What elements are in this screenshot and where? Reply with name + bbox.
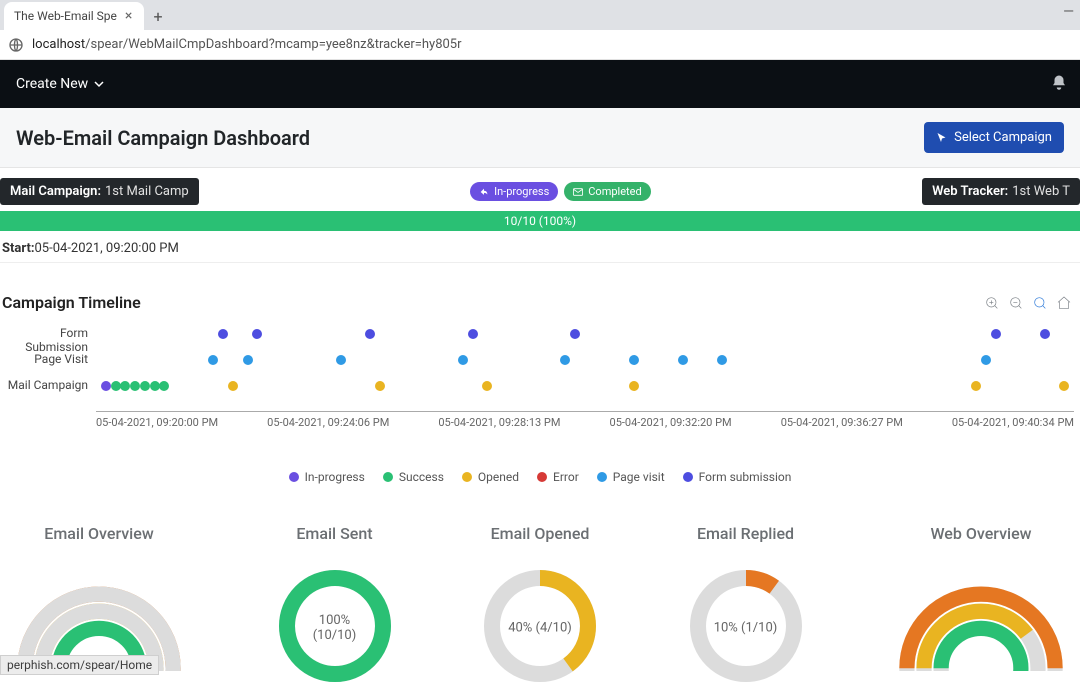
timeline-point[interactable]: [336, 355, 346, 365]
select-campaign-label: Select Campaign: [954, 130, 1052, 145]
timeline-point[interactable]: [130, 381, 140, 391]
info-strip: Mail Campaign:1st Mail Camp In-progress …: [0, 168, 1080, 211]
page-header: Web-Email Campaign Dashboard Select Camp…: [0, 108, 1080, 168]
web-overview-donut: [886, 561, 1076, 675]
timeline-legend: In-progress Success Opened Error Page vi…: [0, 470, 1080, 484]
close-icon[interactable]: ×: [125, 8, 132, 24]
status-badges: In-progress Completed: [470, 182, 651, 201]
donut-title: Email Opened: [475, 524, 605, 543]
timeline-point[interactable]: [101, 381, 111, 391]
minimize-icon[interactable]: —: [1063, 4, 1074, 20]
start-time-row: Start:05-04-2021, 09:20:00 PM: [0, 231, 1080, 263]
completed-badge: Completed: [564, 182, 650, 201]
donut-title: Email Replied: [681, 524, 811, 543]
browser-tab[interactable]: The Web-Email Spe ×: [4, 2, 144, 30]
x-tick: 05-04-2021, 09:40:34 PM: [952, 416, 1074, 429]
web-overview-block: Web Overview: [886, 524, 1076, 675]
x-tick: 05-04-2021, 09:28:13 PM: [438, 416, 560, 429]
url-text: localhost/spear/WebMailCmpDashboard?mcam…: [32, 37, 462, 52]
timeline-point[interactable]: [140, 381, 150, 391]
in-progress-badge: In-progress: [470, 182, 558, 201]
browser-tab-strip: The Web-Email Spe × + —: [0, 0, 1080, 30]
timeline-point[interactable]: [991, 329, 1001, 339]
timeline-point[interactable]: [218, 329, 228, 339]
tab-title: The Web-Email Spe: [14, 9, 117, 23]
chart-toolbar: [984, 295, 1072, 315]
timeline-plot[interactable]: [96, 326, 1074, 411]
email-replied-block: Email Replied 10% (1/10): [681, 524, 811, 695]
app-topbar: Create New: [0, 60, 1080, 108]
donut-value: 100% (10/10): [302, 613, 367, 643]
email-sent-block: Email Sent 100% (10/10): [270, 524, 400, 695]
timeline-point[interactable]: [159, 381, 169, 391]
donut-value: 40% (4/10): [508, 621, 572, 636]
timeline-title: Campaign Timeline: [0, 293, 1080, 312]
timeline-point[interactable]: [678, 355, 688, 365]
timeline-point[interactable]: [981, 355, 991, 365]
timeline-point[interactable]: [560, 355, 570, 365]
mail-campaign-pill: Mail Campaign:1st Mail Camp: [0, 178, 199, 205]
timeline-x-ticks: 05-04-2021, 09:20:00 PM 05-04-2021, 09:24…: [96, 416, 1074, 429]
timeline-point[interactable]: [468, 329, 478, 339]
email-overview-block: Email Overview: [4, 524, 194, 675]
globe-icon: [8, 37, 24, 53]
timeline-card: Campaign Timeline Form Submission Page V…: [0, 281, 1080, 484]
new-tab-button[interactable]: +: [144, 2, 172, 30]
x-tick: 05-04-2021, 09:20:00 PM: [96, 416, 218, 429]
donut-value: 10% (1/10): [714, 621, 778, 636]
timeline-point[interactable]: [717, 355, 727, 365]
timeline-y-labels: Form Submission Page Visit Mail Campaign: [0, 326, 94, 404]
pointer-icon: [936, 132, 948, 144]
donut-title: Email Sent: [270, 524, 400, 543]
create-new-label: Create New: [16, 76, 88, 92]
zoom-in-icon[interactable]: [984, 295, 1000, 315]
x-tick: 05-04-2021, 09:24:06 PM: [267, 416, 389, 429]
progress-bar: 10/10 (100%): [0, 211, 1080, 231]
timeline-point[interactable]: [111, 381, 121, 391]
email-opened-block: Email Opened 40% (4/10): [475, 524, 605, 695]
zoom-out-icon[interactable]: [1008, 295, 1024, 315]
timeline-point[interactable]: [120, 381, 130, 391]
timeline-point[interactable]: [971, 381, 981, 391]
timeline-point[interactable]: [1059, 381, 1069, 391]
x-tick: 05-04-2021, 09:32:20 PM: [610, 416, 732, 429]
zoom-select-icon[interactable]: [1032, 295, 1048, 315]
timeline-point[interactable]: [629, 355, 639, 365]
web-tracker-pill: Web Tracker:1st Web T: [922, 178, 1080, 205]
select-campaign-button[interactable]: Select Campaign: [924, 122, 1064, 153]
address-bar[interactable]: localhost/spear/WebMailCmpDashboard?mcam…: [0, 30, 1080, 60]
home-icon[interactable]: [1056, 295, 1072, 315]
timeline-point[interactable]: [252, 329, 262, 339]
donut-title: Email Overview: [4, 524, 194, 543]
timeline-axis: [96, 411, 1074, 412]
page-title: Web-Email Campaign Dashboard: [16, 126, 310, 150]
x-tick: 05-04-2021, 09:36:27 PM: [781, 416, 903, 429]
timeline-point[interactable]: [629, 381, 639, 391]
timeline-point[interactable]: [365, 329, 375, 339]
donut-row: Email Overview Email Sent 100% (10/10) E…: [0, 484, 1080, 695]
timeline-point[interactable]: [375, 381, 385, 391]
chevron-down-icon: [94, 79, 104, 89]
mail-icon: [573, 188, 583, 196]
timeline-point[interactable]: [482, 381, 492, 391]
timeline-point[interactable]: [570, 329, 580, 339]
browser-status-bar: perphish.com/spear/Home: [0, 655, 159, 675]
timeline-point[interactable]: [1040, 329, 1050, 339]
share-icon: [479, 187, 489, 197]
timeline-point[interactable]: [228, 381, 238, 391]
timeline-point[interactable]: [458, 355, 468, 365]
donut-title: Web Overview: [886, 524, 1076, 543]
timeline-point[interactable]: [150, 381, 160, 391]
create-new-dropdown[interactable]: Create New: [16, 76, 104, 92]
bell-icon[interactable]: [1050, 74, 1068, 92]
timeline-point[interactable]: [243, 355, 253, 365]
timeline-point[interactable]: [208, 355, 218, 365]
